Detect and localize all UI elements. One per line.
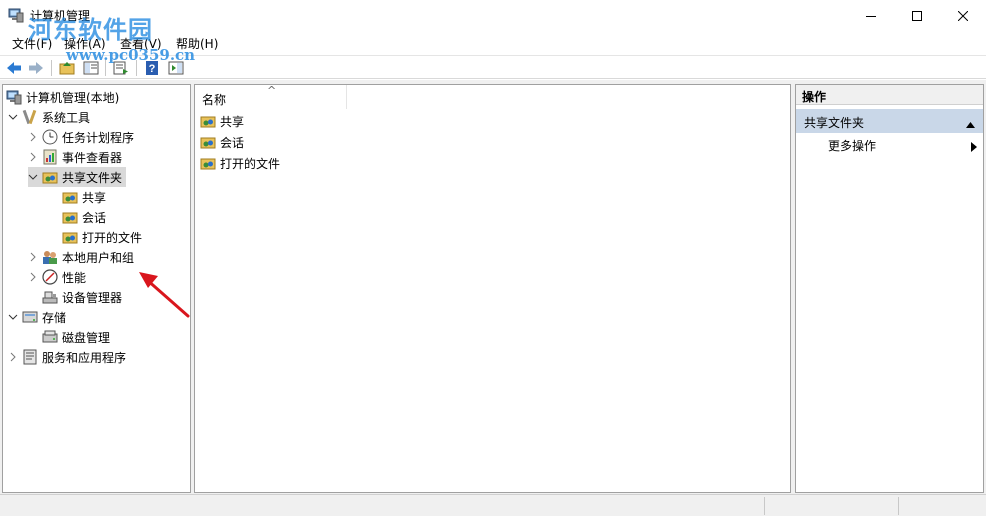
shared-folder-icon	[62, 229, 78, 245]
tree-label: 共享文件夹	[62, 170, 123, 185]
shared-folder-icon	[200, 134, 216, 150]
tree-item-performance[interactable]: 性能	[28, 267, 86, 287]
computer-management-icon	[8, 7, 24, 23]
actions-section-shared-folders[interactable]: 共享文件夹	[796, 109, 983, 133]
tree-label: 磁盘管理	[62, 330, 111, 345]
chevron-right-icon[interactable]	[28, 252, 38, 262]
tree-item-services-apps[interactable]: 服务和应用程序	[8, 347, 126, 367]
tree-item-system-tools[interactable]: 系统工具	[8, 107, 90, 127]
tree-item-disk-management[interactable]: 磁盘管理	[42, 327, 110, 347]
forward-icon[interactable]	[27, 59, 45, 77]
computer-management-icon	[6, 89, 22, 105]
shared-folder-icon	[62, 189, 78, 205]
watermark-url: www.pc0359.cn	[66, 46, 196, 64]
tree-item-event-viewer[interactable]: 事件查看器	[28, 147, 122, 167]
chevron-right-icon[interactable]	[8, 352, 18, 362]
submenu-arrow-icon[interactable]	[971, 141, 977, 155]
actions-pane: 操作 共享文件夹 更多操作	[795, 84, 984, 493]
performance-icon	[42, 269, 58, 285]
chevron-right-icon[interactable]	[28, 152, 38, 162]
tree-label: 计算机管理(本地)	[26, 90, 120, 105]
status-separator	[898, 497, 899, 515]
minimize-button[interactable]	[848, 0, 894, 31]
tree-item-storage[interactable]: 存储	[8, 307, 66, 327]
tree-item-task-scheduler[interactable]: 任务计划程序	[28, 127, 134, 147]
list-item[interactable]: 会话	[200, 132, 244, 152]
close-button[interactable]	[940, 0, 986, 31]
disk-icon	[42, 329, 58, 345]
tree-item-shared-folders[interactable]: 共享文件夹	[28, 167, 127, 187]
tree-item-sessions[interactable]: 会话	[62, 207, 106, 227]
chevron-down-icon[interactable]	[8, 112, 18, 122]
chevron-down-icon[interactable]	[8, 312, 18, 322]
tree-label: 会话	[82, 210, 107, 225]
list-item-label: 共享	[220, 114, 245, 129]
clock-icon	[42, 129, 58, 145]
storage-icon	[22, 309, 38, 325]
tree-label: 存储	[42, 310, 67, 325]
tree-label: 设备管理器	[62, 290, 123, 305]
actions-header: 操作	[796, 85, 983, 105]
tree-label: 服务和应用程序	[42, 350, 127, 365]
tree-item-root[interactable]: 计算机管理(本地)	[6, 87, 119, 107]
svg-text:?: ?	[149, 63, 156, 75]
shared-folder-icon	[200, 113, 216, 129]
tree-label: 性能	[62, 270, 87, 285]
services-icon	[22, 349, 38, 365]
list-view: ^ 名称 共享 会话 打开的文件	[194, 84, 791, 493]
tree-item-device-manager[interactable]: 设备管理器	[42, 287, 122, 307]
more-actions-link[interactable]: 更多操作	[828, 137, 876, 154]
tools-icon	[22, 109, 38, 125]
watermark-brand: 河东软件园	[28, 15, 153, 44]
sort-ascending-icon: ^	[267, 84, 277, 97]
list-item[interactable]: 打开的文件	[200, 153, 280, 173]
shared-folder-icon	[62, 209, 78, 225]
tree-label: 本地用户和组	[62, 250, 135, 265]
tree-label: 共享	[82, 190, 107, 205]
shared-folder-icon	[42, 169, 58, 185]
collapse-up-icon[interactable]	[966, 117, 975, 131]
tree-label: 任务计划程序	[62, 130, 135, 145]
shared-folder-icon	[200, 155, 216, 171]
chevron-down-icon[interactable]	[28, 172, 38, 182]
column-label: 名称	[202, 93, 227, 107]
tree-item-local-users[interactable]: 本地用户和组	[28, 247, 134, 267]
users-icon	[42, 249, 58, 265]
column-header-name[interactable]: ^ 名称	[195, 84, 347, 109]
tree-item-open-files[interactable]: 打开的文件	[62, 227, 142, 247]
tree-label: 系统工具	[42, 110, 91, 125]
chevron-right-icon[interactable]	[28, 272, 38, 282]
device-manager-icon	[42, 289, 58, 305]
list-item-label: 打开的文件	[220, 156, 281, 171]
list-item[interactable]: 共享	[200, 111, 244, 131]
status-separator	[764, 497, 765, 515]
tree-label: 打开的文件	[82, 230, 143, 245]
back-icon[interactable]	[5, 59, 23, 77]
list-item-label: 会话	[220, 135, 245, 150]
status-bar	[0, 494, 986, 516]
tree-label: 事件查看器	[62, 150, 123, 165]
content-area: 计算机管理(本地) 系统工具 任务计划程序 事件查看器 共享文件夹 共享 会话 …	[0, 80, 986, 494]
maximize-button[interactable]	[894, 0, 940, 31]
annotation-arrow	[139, 272, 190, 318]
tree-item-shares[interactable]: 共享	[62, 187, 106, 207]
event-viewer-icon	[42, 149, 58, 165]
toolbar-separator	[51, 60, 52, 76]
actions-section-label: 共享文件夹	[804, 116, 865, 130]
chevron-right-icon[interactable]	[28, 132, 38, 142]
